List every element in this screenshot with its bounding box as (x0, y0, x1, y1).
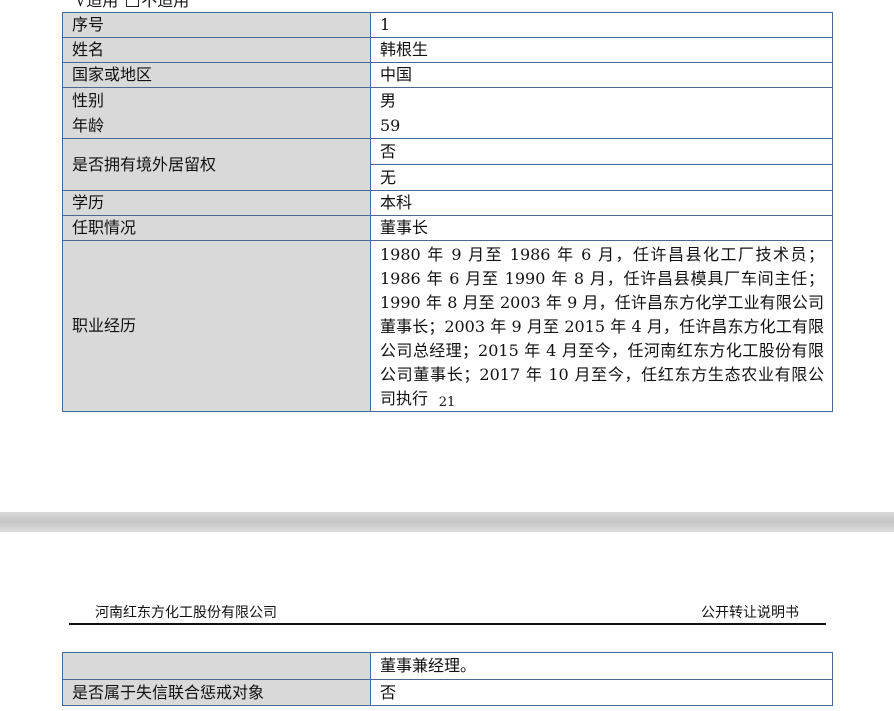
table-row: 学历 本科 (62, 190, 833, 216)
name-label: 姓名 (62, 37, 371, 63)
gender-age-value-cell: 男 59 (370, 87, 833, 139)
overseas-label: 是否拥有境外居留权 (62, 138, 371, 191)
applicable-line: √适用 不适用 (76, 0, 189, 11)
table-row: 是否拥有境外居留权 否 无 (62, 138, 833, 191)
header-doc-type: 公开转让说明书 (701, 605, 799, 621)
position-label: 任职情况 (62, 215, 371, 241)
career-cont-value: 董事兼经理。 (370, 652, 833, 680)
table-row: 姓名 韩根生 (62, 37, 833, 63)
age-value: 59 (380, 116, 401, 135)
gender-label: 性别 (72, 91, 105, 110)
name-value: 韩根生 (370, 37, 833, 63)
overseas-value-2: 无 (380, 168, 397, 187)
page-separator (0, 512, 894, 532)
country-label: 国家或地区 (62, 62, 371, 88)
header-rule (69, 623, 826, 625)
table-row: 国家或地区 中国 (62, 62, 833, 88)
page-number: 21 (438, 395, 456, 410)
page-top: √适用 不适用 序号 1 姓名 韩根生 国家或地区 中国 性别 年龄 男 59 是… (0, 0, 894, 512)
seq-label: 序号 (62, 12, 371, 38)
overseas-value-cell: 否 无 (370, 138, 833, 191)
director-info-table-continued: 董事兼经理。 是否属于失信联合惩戒对象 否 (62, 652, 833, 706)
career-value: 1980 年 9 月至 1986 年 6 月，任许昌县化工厂技术员；1986 年… (370, 240, 833, 412)
dishonest-label: 是否属于失信联合惩戒对象 (62, 679, 371, 706)
education-value: 本科 (370, 190, 833, 216)
gender-value: 男 (380, 91, 397, 110)
overseas-value-1: 否 (371, 140, 832, 165)
position-value: 董事长 (370, 215, 833, 241)
director-info-table: 序号 1 姓名 韩根生 国家或地区 中国 性别 年龄 男 59 是否拥有境外居留… (62, 12, 833, 412)
career-label: 职业经历 (62, 240, 371, 412)
gender-age-label-cell: 性别 年龄 (62, 87, 371, 139)
table-row: 职业经历 1980 年 9 月至 1986 年 6 月，任许昌县化工厂技术员；1… (62, 240, 833, 412)
header-company: 河南红东方化工股份有限公司 (95, 605, 277, 621)
career-cont-label (62, 652, 371, 680)
country-value: 中国 (370, 62, 833, 88)
table-row: 董事兼经理。 (62, 652, 833, 680)
table-row: 序号 1 (62, 12, 833, 38)
seq-value: 1 (370, 12, 833, 38)
page-bottom: 河南红东方化工股份有限公司 公开转让说明书 董事兼经理。 是否属于失信联合惩戒对… (0, 532, 894, 711)
table-row: 性别 年龄 男 59 (62, 87, 833, 139)
age-label: 年龄 (72, 116, 105, 135)
applicable-no: 不适用 (141, 0, 190, 10)
checkbox-icon (126, 0, 140, 7)
dishonest-value: 否 (370, 679, 833, 706)
table-row: 任职情况 董事长 (62, 215, 833, 241)
education-label: 学历 (62, 190, 371, 216)
applicable-yes: √适用 (76, 0, 119, 10)
table-row: 是否属于失信联合惩戒对象 否 (62, 679, 833, 706)
